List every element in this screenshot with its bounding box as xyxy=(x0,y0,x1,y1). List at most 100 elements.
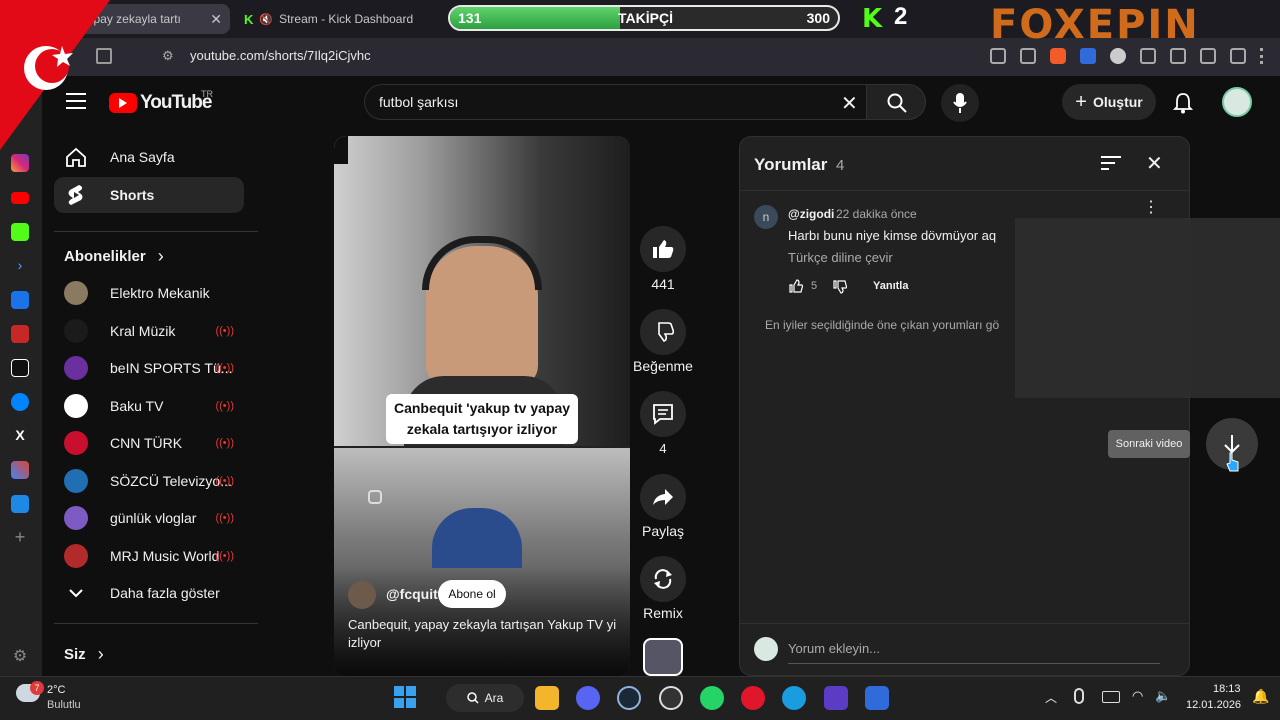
close-tab-icon[interactable]: ✕ xyxy=(210,11,222,28)
kick-icon[interactable] xyxy=(11,223,29,241)
menu-icon[interactable] xyxy=(1260,48,1264,64)
like-button[interactable] xyxy=(640,226,686,272)
sidebar-item-subscription[interactable]: günlük vloglar ((•)) xyxy=(54,500,244,536)
hamburger-menu-icon[interactable] xyxy=(66,93,86,109)
extension-icon[interactable] xyxy=(990,48,1006,64)
notifications-bell-icon[interactable] xyxy=(1173,92,1193,114)
clock-date[interactable]: 12.01.2026 xyxy=(1186,699,1241,711)
channel-name[interactable]: @fcquit xyxy=(386,586,438,602)
arrow-icon[interactable]: › xyxy=(11,257,29,275)
weather-temp[interactable]: 2°C xyxy=(47,684,65,696)
keyboard-icon[interactable] xyxy=(1102,691,1120,703)
share-button[interactable] xyxy=(640,474,686,520)
wifi-icon[interactable]: ◠ xyxy=(1132,688,1143,704)
tiktok-icon[interactable] xyxy=(11,359,29,377)
extension-icon[interactable] xyxy=(1110,48,1126,64)
opera-icon[interactable] xyxy=(741,686,765,710)
mute-icon[interactable]: 🔇 xyxy=(259,13,273,26)
shorts-video-player[interactable]: Canbequit 'yakup tv yapay zekala tartışı… xyxy=(334,136,630,676)
brave-shield-icon[interactable] xyxy=(1050,48,1066,64)
channel-avatar[interactable] xyxy=(348,581,376,609)
mail-icon[interactable] xyxy=(11,291,29,309)
weather-condition[interactable]: Bulutlu xyxy=(47,699,81,711)
brave-icon[interactable] xyxy=(865,686,889,710)
wallet-icon[interactable] xyxy=(1200,48,1216,64)
comments-button[interactable] xyxy=(640,391,686,437)
extension-icon[interactable] xyxy=(1080,48,1096,64)
clear-search-icon[interactable]: ✕ xyxy=(841,91,858,116)
sidebar-you-header[interactable]: Siz › xyxy=(54,636,244,672)
steam-icon[interactable] xyxy=(617,686,641,710)
comment-more-icon[interactable]: ⋮ xyxy=(1143,200,1159,216)
sidebar-item-subscription[interactable]: beIN SPORTS Tü... ((•)) xyxy=(54,350,244,386)
sidebar-item-subscription[interactable]: CNN TÜRK ((•)) xyxy=(54,425,244,461)
x-icon[interactable]: X xyxy=(11,427,29,445)
search-input[interactable]: futbol şarkısı xyxy=(379,94,458,110)
whatsapp-icon[interactable] xyxy=(700,686,724,710)
channel-avatar-image xyxy=(64,544,88,568)
settings-icon[interactable]: ⚙ xyxy=(11,646,29,665)
remix-button[interactable] xyxy=(640,556,686,602)
sidebar-subscriptions-header[interactable]: Abonelikler › xyxy=(54,238,244,274)
site-settings-icon[interactable]: ⚙ xyxy=(162,48,174,64)
search-button[interactable] xyxy=(866,84,926,120)
add-comment-input[interactable]: Yorum ekleyin... xyxy=(788,641,880,656)
edge-icon[interactable] xyxy=(782,686,806,710)
search-box[interactable]: futbol şarkısı ✕ xyxy=(364,84,926,120)
short-title[interactable]: Canbequit, yapay zekayla tartışan Yakup … xyxy=(348,616,618,652)
sidebar-item-subscription[interactable]: SÖZCÜ Televizyo... ((•)) xyxy=(54,463,244,499)
add-icon[interactable]: + xyxy=(11,528,29,547)
obs-icon[interactable] xyxy=(659,686,683,710)
tab-kick[interactable]: K 🔇 Stream - Kick Dashboard xyxy=(236,4,430,34)
app-icon[interactable] xyxy=(824,686,848,710)
translate-link[interactable]: Türkçe diline çevir xyxy=(788,250,893,265)
url-text[interactable]: youtube.com/shorts/7Ilq2iCjvhc xyxy=(190,48,371,63)
puzzle-icon[interactable] xyxy=(1140,48,1156,64)
comment-avatar[interactable]: n xyxy=(754,205,778,229)
create-button[interactable]: + Oluştur xyxy=(1062,84,1156,120)
share-icon[interactable] xyxy=(1020,48,1036,64)
volume-icon[interactable]: 🔈 xyxy=(1155,688,1171,704)
microphone-tray-icon[interactable] xyxy=(1074,688,1084,704)
taskbar-search[interactable]: Ara xyxy=(446,684,524,712)
music-icon[interactable] xyxy=(1230,48,1246,64)
comment-dislike-icon[interactable] xyxy=(833,280,847,294)
mouse-cursor-icon xyxy=(1226,452,1239,472)
subscribe-button[interactable]: Abone ol xyxy=(438,580,506,608)
sidebar-item-subscription[interactable]: Elektro Mekanik xyxy=(54,275,244,311)
discord-icon[interactable] xyxy=(576,686,600,710)
gemini-icon[interactable] xyxy=(11,461,29,479)
sidebar-item-subscription[interactable]: MRJ Music World ((•)) xyxy=(54,538,244,574)
instagram-icon[interactable] xyxy=(11,154,29,172)
tray-expand-icon[interactable]: ︿ xyxy=(1045,689,1057,706)
comment-time[interactable]: 22 dakika önce xyxy=(836,207,917,221)
windows-start-icon[interactable] xyxy=(394,686,416,708)
window-icon[interactable] xyxy=(1170,48,1186,64)
youtube-icon[interactable] xyxy=(11,192,29,204)
remix-icon xyxy=(654,569,672,589)
game-icon[interactable] xyxy=(11,325,29,343)
panel-divider xyxy=(740,190,1189,191)
sidebar-item-subscription[interactable]: Kral Müzik ((•)) xyxy=(54,313,244,349)
comment-like-icon[interactable] xyxy=(789,279,803,293)
sidebar-item-home[interactable]: Ana Sayfa xyxy=(54,139,244,175)
dislike-button[interactable] xyxy=(640,309,686,355)
sidebar-item-shorts[interactable]: Shorts xyxy=(54,177,244,213)
comment-author[interactable]: @zigodi xyxy=(788,207,834,221)
sidebar-show-more[interactable]: Daha fazla göster xyxy=(54,575,244,611)
messenger-icon[interactable] xyxy=(11,393,29,411)
notification-bell-icon[interactable]: 🔔 xyxy=(1252,688,1269,705)
sidebar-item-subscription[interactable]: Baku TV ((•)) xyxy=(54,388,244,424)
download-icon[interactable] xyxy=(11,495,29,513)
account-avatar[interactable] xyxy=(1222,87,1252,117)
reply-button[interactable]: Yanıtla xyxy=(873,280,908,292)
close-comments-icon[interactable]: ✕ xyxy=(1146,151,1163,176)
live-indicator-icon: ((•)) xyxy=(215,550,234,562)
file-explorer-icon[interactable] xyxy=(535,686,559,710)
clock-time[interactable]: 18:13 xyxy=(1213,683,1241,695)
voice-search-button[interactable] xyxy=(941,84,979,122)
sort-icon[interactable] xyxy=(1101,155,1121,171)
youtube-logo[interactable]: YouTube xyxy=(109,92,212,114)
audio-track-thumbnail[interactable] xyxy=(643,638,683,676)
turkish-flag-decoration xyxy=(0,0,110,150)
